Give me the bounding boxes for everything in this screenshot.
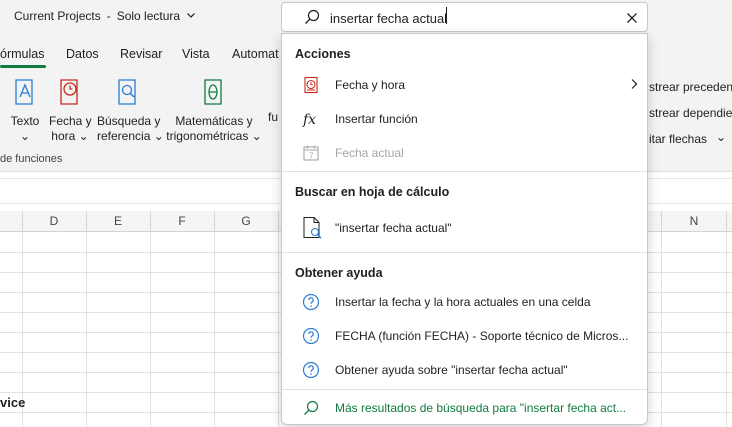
cell-text[interactable]: vice bbox=[0, 395, 25, 410]
grid-line bbox=[661, 232, 662, 427]
help-result[interactable]: Obtener ayuda sobre "insertar fecha actu… bbox=[282, 354, 647, 386]
calendar-clock-icon bbox=[304, 76, 318, 94]
search-box[interactable] bbox=[281, 2, 648, 32]
remove-arrows-chevron[interactable]: ⌄ bbox=[716, 130, 726, 144]
function-library-group-label: de funciones bbox=[0, 153, 63, 165]
svg-text:fx: fx bbox=[302, 112, 316, 128]
help-icon bbox=[302, 361, 320, 379]
date-time-functions-label-2: hora ⌄ bbox=[51, 129, 89, 143]
math-trig-label-2: trigonométricas ⌄ bbox=[166, 129, 262, 143]
column-divider bbox=[726, 211, 727, 232]
section-divider bbox=[282, 252, 647, 253]
document-title[interactable]: Current Projects - Solo lectura bbox=[14, 9, 196, 23]
title-separator: - bbox=[106, 9, 111, 23]
section-header-actions: Acciones bbox=[295, 47, 351, 61]
tab-vista[interactable]: Vista bbox=[182, 47, 210, 61]
section-header-help: Obtener ayuda bbox=[295, 266, 383, 280]
section-header-sheet-search: Buscar en hoja de cálculo bbox=[295, 185, 450, 199]
column-divider bbox=[214, 211, 215, 232]
read-only-label: Solo lectura bbox=[116, 9, 181, 23]
math-trig-label: Matemáticas y bbox=[175, 114, 253, 128]
help-label: Insertar la fecha y la hora actuales en … bbox=[335, 295, 591, 309]
search-icon bbox=[305, 9, 320, 24]
lookup-reference-label-2: referencia ⌄ bbox=[97, 129, 164, 143]
action-fecha-y-hora[interactable]: Fecha y hora bbox=[282, 69, 647, 101]
svg-text:7: 7 bbox=[309, 152, 314, 161]
column-header-n[interactable]: N bbox=[684, 214, 704, 228]
column-divider bbox=[22, 211, 23, 232]
action-insertar-funcion[interactable]: fx Insertar función bbox=[282, 103, 647, 135]
action-label: Fecha actual bbox=[335, 146, 404, 160]
date-time-icon bbox=[60, 79, 78, 105]
help-label: FECHA (función FECHA) - Soporte técnico … bbox=[335, 329, 629, 343]
chevron-right-icon bbox=[631, 79, 638, 89]
grid-line bbox=[150, 232, 151, 427]
calendar-icon: 7 bbox=[303, 145, 319, 161]
trace-dependents-button[interactable]: strear dependier bbox=[649, 106, 732, 120]
grid-line bbox=[278, 232, 279, 427]
close-icon[interactable] bbox=[625, 11, 639, 25]
sheet-search-result[interactable]: "insertar fecha actual" bbox=[282, 210, 647, 246]
action-label: Fecha y hora bbox=[335, 78, 406, 92]
tab-automate[interactable]: Automat bbox=[232, 47, 279, 61]
lookup-icon bbox=[118, 79, 136, 105]
column-divider bbox=[86, 211, 87, 232]
more-results-label: Más resultados de búsqueda para "inserta… bbox=[335, 401, 627, 415]
search-results-dropdown: Acciones Fecha y hora fx Insertar funció… bbox=[281, 33, 648, 425]
tab-revisar[interactable]: Revisar bbox=[120, 47, 162, 61]
help-result[interactable]: FECHA (función FECHA) - Soporte técnico … bbox=[282, 320, 647, 352]
action-fecha-actual: 7 Fecha actual bbox=[282, 137, 647, 169]
document-search-icon bbox=[303, 217, 322, 239]
tab-formulas[interactable]: órmulas bbox=[0, 47, 44, 61]
grid-line bbox=[214, 232, 215, 427]
remove-arrows-button[interactable]: itar flechas bbox=[649, 132, 707, 146]
more-functions-button[interactable]: fu bbox=[268, 78, 282, 125]
search-input[interactable] bbox=[330, 8, 610, 28]
trace-precedents-button[interactable]: strear precedent bbox=[649, 80, 732, 94]
math-trig-button[interactable]: Matemáticas y trigonométricas ⌄ bbox=[166, 78, 262, 144]
search-icon bbox=[304, 400, 319, 415]
date-time-functions-button[interactable]: Fecha y hora ⌄ bbox=[49, 78, 92, 144]
math-icon bbox=[204, 79, 222, 105]
column-header-g[interactable]: G bbox=[236, 214, 256, 228]
text-caret bbox=[446, 7, 447, 24]
lookup-reference-label: Búsqueda y bbox=[97, 114, 161, 128]
text-icon bbox=[15, 79, 33, 105]
chevron-down-icon bbox=[186, 10, 196, 23]
section-divider bbox=[282, 389, 647, 390]
document-name: Current Projects bbox=[14, 9, 101, 23]
help-label: Obtener ayuda sobre "insertar fecha actu… bbox=[335, 363, 568, 377]
more-results-link[interactable]: Más resultados de búsqueda para "inserta… bbox=[282, 392, 647, 424]
sheet-search-label: "insertar fecha actual" bbox=[335, 221, 452, 235]
function-icon: fx bbox=[302, 112, 316, 128]
tab-datos[interactable]: Datos bbox=[66, 47, 99, 61]
text-functions-button[interactable]: Texto ⌄ bbox=[9, 78, 41, 144]
grid-line bbox=[86, 232, 87, 427]
text-functions-chevron: ⌄ bbox=[19, 129, 31, 143]
column-header-d[interactable]: D bbox=[44, 214, 64, 228]
column-divider bbox=[661, 211, 662, 232]
help-result[interactable]: Insertar la fecha y la hora actuales en … bbox=[282, 286, 647, 318]
action-label: Insertar función bbox=[335, 112, 418, 126]
help-icon bbox=[302, 293, 320, 311]
grid-line bbox=[726, 232, 727, 427]
column-header-f[interactable]: F bbox=[172, 214, 192, 228]
column-divider bbox=[278, 211, 279, 232]
more-functions-label-2: fu bbox=[268, 110, 279, 124]
section-divider bbox=[282, 171, 647, 172]
lookup-reference-button[interactable]: Búsqueda y referencia ⌄ bbox=[97, 78, 164, 144]
help-icon bbox=[302, 327, 320, 345]
text-functions-label: Texto bbox=[10, 114, 40, 128]
date-time-functions-label: Fecha y bbox=[49, 114, 92, 128]
column-header-e[interactable]: E bbox=[108, 214, 128, 228]
column-divider bbox=[150, 211, 151, 232]
